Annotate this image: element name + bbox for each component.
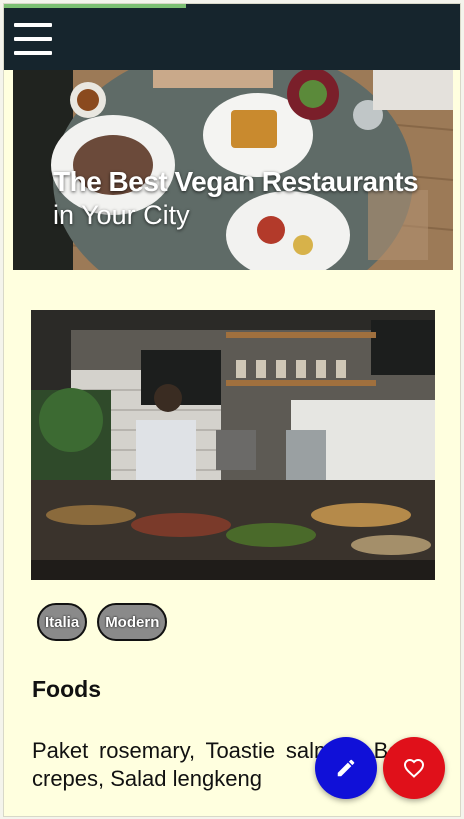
hamburger-bar [14,51,52,55]
tag-list: Italia Modern [37,603,168,641]
edit-button[interactable] [315,737,377,799]
hamburger-bar [14,37,52,41]
article-image [31,310,435,580]
hero-banner: The Best Vegan Restaurants in Your City [13,70,453,270]
favorite-button[interactable] [383,737,445,799]
heart-icon [403,758,425,778]
hero-title: The Best Vegan Restaurants [53,166,419,197]
hamburger-bar [14,23,52,27]
tag-chip[interactable]: Modern [97,603,168,641]
app-frame: The Best Vegan Restaurants in Your City [3,3,461,817]
tag-chip[interactable]: Italia [37,603,88,641]
pencil-icon [337,759,355,777]
section-title: Foods [32,676,101,702]
top-app-bar [4,4,460,70]
hero-subtitle: in Your City [53,200,190,230]
reading-progress-bar [4,4,187,8]
hamburger-icon[interactable] [14,20,52,58]
